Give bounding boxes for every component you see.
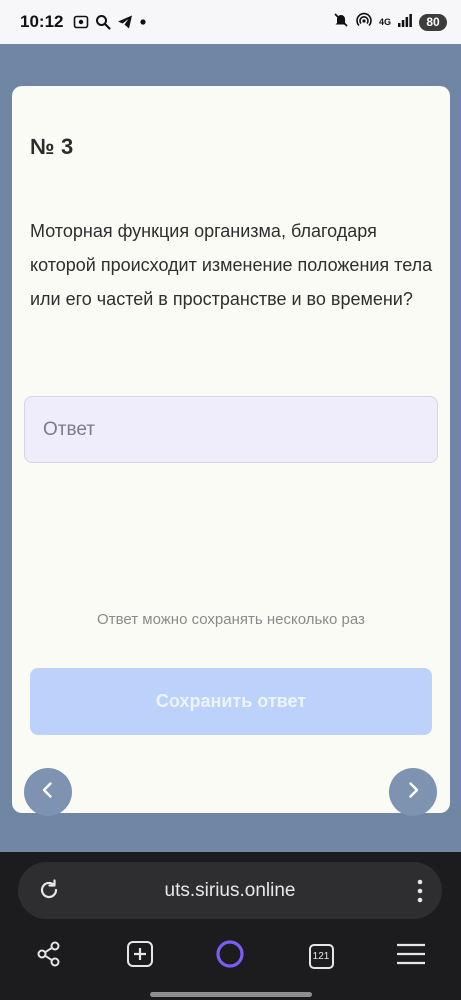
chevron-left-icon (38, 780, 58, 805)
task-card: № 3 Моторная функция организма, благодар… (12, 86, 450, 816)
search-icon (95, 14, 112, 30)
battery-indicator: 80 (419, 13, 447, 31)
assistant-button[interactable] (210, 936, 250, 976)
share-button[interactable] (29, 936, 69, 976)
new-tab-button[interactable] (120, 936, 160, 976)
hotspot-icon (356, 12, 372, 33)
home-indicator[interactable] (150, 992, 312, 997)
browser-toolbar: 121 (0, 936, 461, 976)
url-text[interactable]: uts.sirius.online (18, 862, 442, 919)
answer-input[interactable] (24, 396, 438, 463)
next-task-button[interactable] (389, 768, 437, 816)
screenshot-icon (73, 14, 89, 30)
status-right-icons: 4G 80 (333, 12, 447, 33)
network-type: 4G (378, 16, 391, 27)
signal-icon (398, 13, 412, 32)
status-bar: 10:12 4G 80 (0, 0, 461, 44)
tabs-count: 121 (308, 943, 334, 969)
new-tab-icon (126, 940, 154, 973)
chevron-right-icon (403, 780, 423, 805)
menu-button[interactable] (391, 936, 431, 976)
share-icon (35, 940, 63, 973)
save-hint: Ответ можно сохранять несколько раз (97, 611, 365, 628)
telegram-icon (117, 14, 133, 30)
mute-icon (333, 12, 349, 33)
status-time: 10:12 (20, 12, 64, 31)
address-bar[interactable]: uts.sirius.online (18, 862, 442, 919)
prev-task-button[interactable] (24, 768, 72, 816)
question-text: Моторная функция организма, благодаря ко… (30, 221, 433, 309)
status-left-icons (73, 14, 147, 30)
hamburger-icon (396, 942, 426, 971)
kebab-icon[interactable] (416, 878, 424, 909)
reload-icon[interactable] (36, 877, 62, 908)
browser-bottom-bar: uts.sirius.online 121 (0, 852, 461, 1000)
alice-icon (214, 938, 246, 975)
task-number: № 3 (30, 134, 74, 159)
save-answer-button[interactable]: Сохранить ответ (30, 668, 432, 735)
tabs-button[interactable]: 121 (301, 936, 341, 976)
notification-dot-icon (139, 18, 147, 26)
